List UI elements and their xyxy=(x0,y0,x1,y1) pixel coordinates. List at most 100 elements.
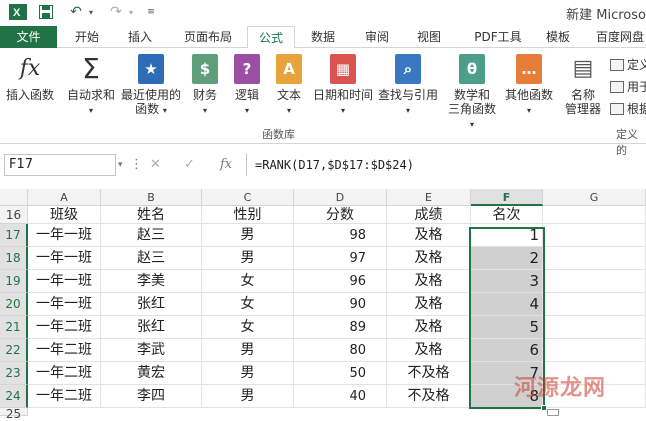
tab-data[interactable]: 数据 xyxy=(303,26,343,48)
quick-analysis-button[interactable] xyxy=(547,409,559,416)
row-header-16[interactable]: 16 xyxy=(0,206,28,224)
cell-rank[interactable]: 4 xyxy=(471,293,543,316)
column-header-a[interactable]: A xyxy=(28,189,101,206)
cell-rank[interactable]: 2 xyxy=(471,247,543,270)
cell-gender[interactable]: 男 xyxy=(202,224,294,247)
cell-gender[interactable]: 女 xyxy=(202,293,294,316)
tab-page-layout[interactable]: 页面布局 xyxy=(174,26,242,48)
row-header[interactable]: 22 xyxy=(0,339,28,362)
tab-view[interactable]: 视图 xyxy=(409,26,449,48)
formula-input[interactable]: =RANK(D17,$D$17:$D$24) xyxy=(246,154,646,176)
cell-name[interactable]: 张红 xyxy=(101,316,202,339)
column-header-c[interactable]: C xyxy=(202,189,294,206)
cell-score[interactable]: 50 xyxy=(294,362,387,385)
cell-gender[interactable]: 女 xyxy=(202,270,294,293)
empty-cell[interactable] xyxy=(543,339,646,362)
row-header[interactable]: 21 xyxy=(0,316,28,339)
tab-pdf-tools[interactable]: PDF工具 xyxy=(465,26,531,48)
header-cell[interactable]: 分数 xyxy=(294,206,387,224)
empty-cell[interactable] xyxy=(543,293,646,316)
autosum-button[interactable]: Σ 自动求和 ▾ xyxy=(64,54,118,118)
row-header[interactable]: 18 xyxy=(0,247,28,270)
define-name-button[interactable]: 定义 xyxy=(610,56,646,73)
enter-icon[interactable]: ✓ xyxy=(184,154,195,176)
row-header[interactable]: 20 xyxy=(0,293,28,316)
tab-home[interactable]: 开始 xyxy=(67,26,107,48)
cell-class[interactable]: 一年一班 xyxy=(28,224,101,247)
name-manager-button[interactable]: ▤ 名称 管理器 xyxy=(562,54,604,117)
cell-score[interactable]: 80 xyxy=(294,339,387,362)
cell-grade[interactable]: 不及格 xyxy=(387,362,471,385)
cell-gender[interactable]: 男 xyxy=(202,362,294,385)
use-in-formula-button[interactable]: 用于 xyxy=(610,78,646,95)
insert-function-button[interactable]: fx 插入函数 xyxy=(4,54,56,103)
cell-score[interactable]: 89 xyxy=(294,316,387,339)
cell-grade[interactable]: 及格 xyxy=(387,224,471,247)
empty-cell[interactable] xyxy=(543,247,646,270)
row-header[interactable]: 19 xyxy=(0,270,28,293)
cell-class[interactable]: 一年一班 xyxy=(28,293,101,316)
row-header[interactable]: 17 xyxy=(0,224,28,247)
column-header-d[interactable]: D xyxy=(294,189,387,206)
cell-gender[interactable]: 女 xyxy=(202,316,294,339)
cell-class[interactable]: 一年二班 xyxy=(28,362,101,385)
select-all-corner[interactable] xyxy=(0,189,28,206)
recently-used-button[interactable]: ★ 最近使用的 函数 ▾ xyxy=(119,54,183,118)
cell-score[interactable]: 40 xyxy=(294,385,387,408)
cell-grade[interactable]: 及格 xyxy=(387,339,471,362)
undo-dropdown-icon[interactable]: ▾ xyxy=(86,3,96,21)
logical-button[interactable]: ? 逻辑 ▾ xyxy=(230,54,264,118)
insert-function-icon[interactable]: fx xyxy=(220,154,232,176)
header-cell[interactable]: 成绩 xyxy=(387,206,471,224)
cell-grade[interactable]: 及格 xyxy=(387,293,471,316)
column-header-f[interactable]: F xyxy=(471,189,543,206)
cell-class[interactable]: 一年一班 xyxy=(28,270,101,293)
tab-review[interactable]: 审阅 xyxy=(357,26,397,48)
tab-formulas[interactable]: 公式 xyxy=(247,26,295,49)
cell-gender[interactable]: 男 xyxy=(202,339,294,362)
create-from-selection-button[interactable]: 根据 xyxy=(610,100,646,117)
save-icon[interactable] xyxy=(36,3,56,21)
cell-grade[interactable]: 不及格 xyxy=(387,385,471,408)
cell-gender[interactable]: 男 xyxy=(202,385,294,408)
column-header-b[interactable]: B xyxy=(101,189,202,206)
cell-class[interactable]: 一年二班 xyxy=(28,339,101,362)
row-header[interactable]: 23 xyxy=(0,362,28,385)
name-box-dropdown-icon[interactable]: ▾ xyxy=(118,154,123,176)
cell-rank[interactable]: 3 xyxy=(471,270,543,293)
cell-name[interactable]: 黄宏 xyxy=(101,362,202,385)
column-header-g[interactable]: G xyxy=(543,189,646,206)
date-time-button[interactable]: ▦ 日期和时间 ▾ xyxy=(312,54,374,118)
cell-rank[interactable]: 5 xyxy=(471,316,543,339)
cell-rank[interactable]: 1 xyxy=(471,224,543,247)
cell-name[interactable]: 张红 xyxy=(101,293,202,316)
header-cell[interactable]: 名次 xyxy=(471,206,543,224)
column-header-e[interactable]: E xyxy=(387,189,471,206)
empty-cell[interactable] xyxy=(543,206,646,224)
empty-cell[interactable] xyxy=(543,316,646,339)
cell-score[interactable]: 96 xyxy=(294,270,387,293)
undo-icon[interactable]: ↶ xyxy=(66,3,86,21)
header-cell[interactable]: 性别 xyxy=(202,206,294,224)
cell-gender[interactable]: 男 xyxy=(202,247,294,270)
cell-name[interactable]: 赵三 xyxy=(101,224,202,247)
redo-icon[interactable]: ↷ xyxy=(106,3,126,21)
math-trig-button[interactable]: θ 数学和 三角函数 ▾ xyxy=(446,54,498,132)
cell-score[interactable]: 98 xyxy=(294,224,387,247)
tab-baidu-netdisk[interactable]: 百度网盘 xyxy=(588,26,646,48)
tab-file[interactable]: 文件 xyxy=(0,26,57,48)
cancel-icon[interactable]: ✕ xyxy=(150,154,161,176)
cell-grade[interactable]: 及格 xyxy=(387,247,471,270)
cell-score[interactable]: 90 xyxy=(294,293,387,316)
cell-name[interactable]: 赵三 xyxy=(101,247,202,270)
header-cell[interactable]: 姓名 xyxy=(101,206,202,224)
row-header[interactable]: 25 xyxy=(0,408,28,420)
cell-grade[interactable]: 及格 xyxy=(387,316,471,339)
header-cell[interactable]: 班级 xyxy=(28,206,101,224)
empty-cell[interactable] xyxy=(543,224,646,247)
redo-dropdown-icon[interactable]: ▾ xyxy=(126,3,136,21)
cell-name[interactable]: 李美 xyxy=(101,270,202,293)
more-functions-button[interactable]: … 其他函数 ▾ xyxy=(502,54,556,118)
cell-name[interactable]: 李四 xyxy=(101,385,202,408)
financial-button[interactable]: $ 财务 ▾ xyxy=(188,54,222,118)
